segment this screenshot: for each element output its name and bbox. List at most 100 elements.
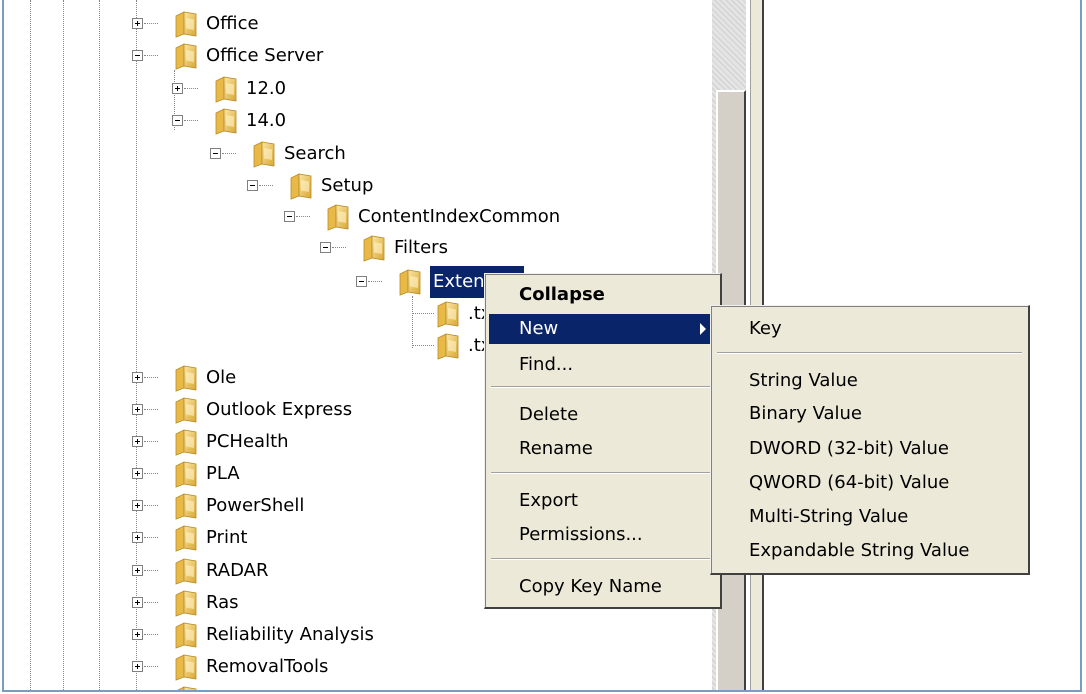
- tree-item-12-0[interactable]: 12.0: [172, 73, 287, 105]
- submenu-item-string-value[interactable]: String Value: [715, 366, 1024, 396]
- collapse-icon[interactable]: [132, 50, 143, 61]
- menu-item-rename[interactable]: Rename: [489, 434, 716, 464]
- tree-item-label: RemovalTools: [206, 656, 329, 677]
- menu-item-export[interactable]: Export: [489, 486, 716, 516]
- expand-icon[interactable]: [132, 565, 143, 576]
- tree-guide-line: [412, 296, 413, 348]
- tree-item-label: Filters: [394, 237, 448, 258]
- context-menu: Collapse New Find... Delete Rename Expor…: [484, 273, 722, 609]
- expand-icon[interactable]: [132, 372, 143, 383]
- folder-icon: [252, 140, 276, 168]
- menu-item-copy-key-name[interactable]: Copy Key Name: [489, 572, 716, 602]
- folder-icon: [174, 589, 198, 617]
- tree-item-office-server[interactable]: Office Server: [132, 40, 324, 72]
- tree-item-pchealth[interactable]: PCHealth: [132, 426, 289, 458]
- folder-icon: [174, 492, 198, 520]
- expand-icon[interactable]: [132, 661, 143, 672]
- folder-icon: [174, 428, 198, 456]
- folder-icon: [362, 234, 386, 262]
- tree-item-label: PowerShell: [206, 495, 305, 516]
- tree-item-filters[interactable]: Filters: [320, 232, 448, 264]
- tree-item-ras[interactable]: Ras: [132, 587, 239, 619]
- tree-item-contentindexcommon[interactable]: ContentIndexCommon: [284, 201, 561, 233]
- tree-guide-line: [30, 0, 31, 690]
- tree-item-label: Ole: [206, 367, 237, 388]
- tree-item-ole[interactable]: Ole: [132, 362, 237, 394]
- tree-item-print[interactable]: Print: [132, 522, 248, 554]
- tree-item-label: Search: [284, 143, 346, 164]
- folder-icon: [174, 42, 198, 70]
- folder-icon: [436, 300, 460, 328]
- tree-item-label: PLA: [206, 463, 240, 484]
- folder-icon: [174, 10, 198, 38]
- tree-item-label: Print: [206, 527, 248, 548]
- tree-item-label: ContentIndexCommon: [358, 206, 561, 227]
- submenu-item-key[interactable]: Key: [715, 314, 1024, 344]
- submenu-item-qword-value[interactable]: QWORD (64-bit) Value: [715, 468, 1024, 498]
- submenu-arrow-icon: [700, 323, 706, 335]
- folder-icon: [174, 557, 198, 585]
- tree-item-removaltools[interactable]: RemovalTools: [132, 651, 329, 683]
- collapse-icon[interactable]: [320, 242, 331, 253]
- tree-item-radar[interactable]: RADAR: [132, 555, 268, 587]
- collapse-icon[interactable]: [247, 180, 258, 191]
- menu-separator: [491, 558, 714, 560]
- menu-item-new[interactable]: New: [489, 314, 716, 344]
- submenu-item-multi-string-value[interactable]: Multi-String Value: [715, 502, 1024, 532]
- folder-icon: [398, 268, 422, 296]
- folder-icon: [174, 364, 198, 392]
- menu-item-find[interactable]: Find...: [489, 350, 716, 380]
- tree-item-label: Outlook Express: [206, 399, 353, 420]
- folder-icon: [174, 685, 198, 692]
- expand-icon[interactable]: [132, 404, 143, 415]
- tree-guide-line: [63, 0, 64, 690]
- tree-item-setup[interactable]: Setup: [247, 170, 374, 202]
- submenu-item-binary-value[interactable]: Binary Value: [715, 399, 1024, 429]
- collapse-icon[interactable]: [356, 276, 367, 287]
- tree-item-label: 14.0: [246, 110, 287, 131]
- tree-guide-line: [136, 0, 137, 690]
- tree-item-label: Rpc: [206, 683, 240, 690]
- expand-icon[interactable]: [172, 83, 183, 94]
- collapse-icon[interactable]: [284, 211, 295, 222]
- tree-item-powershell[interactable]: PowerShell: [132, 490, 305, 522]
- tree-item-label: Setup: [321, 175, 374, 196]
- menu-item-collapse[interactable]: Collapse: [489, 280, 716, 310]
- tree-item-14-0[interactable]: 14.0: [172, 105, 287, 137]
- tree-item-pla[interactable]: PLA: [132, 458, 240, 490]
- collapse-icon[interactable]: [210, 148, 221, 159]
- menu-separator: [491, 386, 714, 388]
- folder-icon: [289, 172, 313, 200]
- tree-item-rpc[interactable]: Rpc: [174, 683, 240, 692]
- tree-guide-line: [99, 0, 100, 690]
- tree-item-label: Ras: [206, 592, 239, 613]
- menu-item-permissions[interactable]: Permissions...: [489, 520, 716, 550]
- menu-item-new-label: New: [519, 318, 559, 339]
- expand-icon[interactable]: [132, 468, 143, 479]
- collapse-icon[interactable]: [172, 115, 183, 126]
- tree-item-reliability-analysis[interactable]: Reliability Analysis: [132, 619, 374, 651]
- menu-item-delete[interactable]: Delete: [489, 400, 716, 430]
- folder-icon: [436, 332, 460, 360]
- expand-icon[interactable]: [132, 18, 143, 29]
- folder-icon: [174, 524, 198, 552]
- expand-icon[interactable]: [132, 629, 143, 640]
- tree-item-outlook-express[interactable]: Outlook Express: [132, 394, 353, 426]
- new-submenu: Key String Value Binary Value DWORD (32-…: [710, 305, 1030, 575]
- menu-separator: [491, 472, 714, 474]
- folder-icon: [214, 107, 238, 135]
- expand-icon[interactable]: [132, 500, 143, 511]
- expand-icon[interactable]: [132, 436, 143, 447]
- tree-item-label: Office: [206, 13, 259, 34]
- submenu-item-expandable-string-value[interactable]: Expandable String Value: [715, 536, 1024, 566]
- expand-icon[interactable]: [132, 597, 143, 608]
- tree-item-label: 12.0: [246, 78, 287, 99]
- submenu-item-dword-value[interactable]: DWORD (32-bit) Value: [715, 434, 1024, 464]
- tree-item-search[interactable]: Search: [210, 138, 346, 170]
- tree-item-office[interactable]: Office: [132, 8, 259, 40]
- folder-icon: [174, 653, 198, 681]
- folder-icon: [174, 621, 198, 649]
- expand-icon[interactable]: [132, 532, 143, 543]
- tree-item-label: Office Server: [206, 45, 324, 66]
- folder-icon: [174, 460, 198, 488]
